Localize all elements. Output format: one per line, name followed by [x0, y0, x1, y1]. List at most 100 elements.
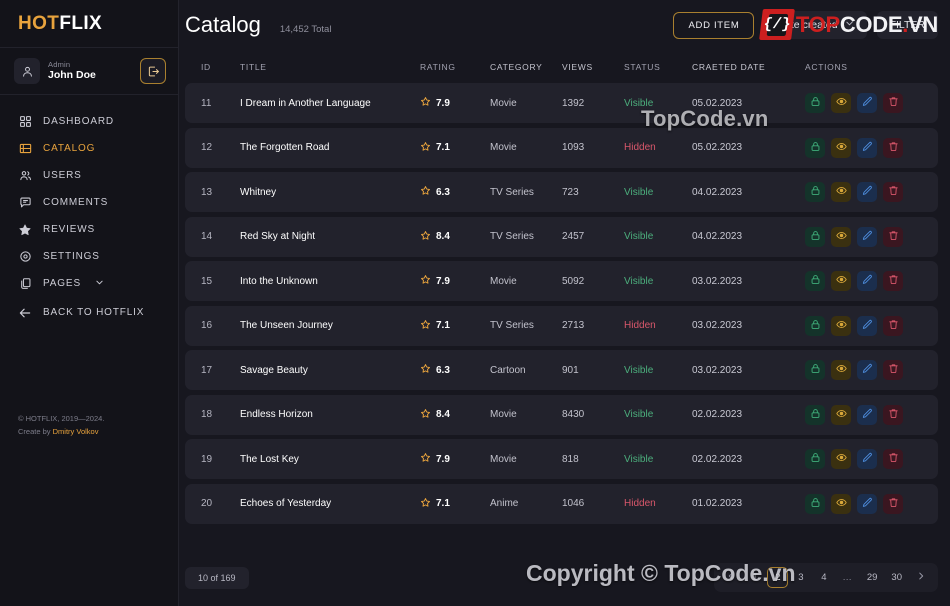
sidebar-item-dashboard[interactable]: Dashboard	[0, 109, 178, 134]
cell-rating: 8.4	[420, 408, 490, 422]
eye-action-button[interactable]	[831, 360, 851, 380]
brand-logo[interactable]: HOT FLIX	[0, 0, 178, 48]
pagination-page-29[interactable]: 29	[861, 567, 884, 588]
lock-action-button[interactable]	[805, 493, 825, 514]
edit-action-button[interactable]	[857, 226, 877, 247]
column-header-status: STATUS	[624, 61, 661, 72]
trash-action-button[interactable]	[883, 182, 903, 202]
pagination-page-4[interactable]: 4	[813, 567, 834, 588]
sidebar-item-comments[interactable]: Comments	[0, 190, 178, 215]
comment-icon	[18, 196, 32, 210]
table-row[interactable]: 16 The Unseen Journey 7.1 TV Series 2713…	[185, 305, 938, 346]
trash-action-button[interactable]	[883, 271, 903, 291]
cell-created-date: 01.02.2023	[692, 498, 743, 509]
edit-action-button[interactable]	[857, 271, 877, 291]
cell-title[interactable]: I Dream in Another Language	[240, 98, 420, 109]
trash-action-button[interactable]	[883, 226, 903, 247]
table-row[interactable]: 12 The Forgotten Road 7.1 Movie 1093 Hid…	[185, 127, 938, 168]
sort-dropdown[interactable]: Date created	[764, 11, 867, 39]
sidebar-footer: © HOTFLIX, 2019—2024. Create by Dmitry V…	[18, 412, 104, 438]
trash-action-button[interactable]	[883, 315, 903, 336]
eye-action-button[interactable]	[831, 404, 851, 425]
edit-action-button[interactable]	[857, 182, 877, 202]
rating-value: 7.9	[436, 453, 450, 465]
edit-action-button[interactable]	[857, 493, 877, 514]
chevron-right-icon	[916, 571, 926, 584]
sidebar-item-settings[interactable]: Settings	[0, 244, 178, 269]
pagination-prev[interactable]	[720, 567, 742, 588]
lock-action-button[interactable]	[805, 271, 825, 291]
eye-action-button[interactable]	[831, 182, 851, 202]
total-count: 14,452 Total	[279, 23, 332, 35]
edit-action-button[interactable]	[857, 93, 877, 113]
eye-action-button[interactable]	[831, 137, 851, 158]
logout-button[interactable]	[140, 58, 166, 84]
edit-action-button[interactable]	[857, 137, 877, 158]
lock-action-button[interactable]	[805, 182, 825, 202]
trash-action-button[interactable]	[883, 404, 903, 425]
sidebar-item-reviews[interactable]: Reviews	[0, 217, 178, 242]
status-badge: Hidden	[624, 142, 656, 153]
sidebar-item-catalog[interactable]: Catalog	[0, 136, 178, 161]
table-row[interactable]: 20 Echoes of Yesterday 7.1 Anime 1046 Hi…	[185, 483, 938, 524]
lock-action-button[interactable]	[805, 226, 825, 247]
cell-category: TV Series	[490, 186, 534, 198]
pagination-page-1[interactable]: 1	[744, 567, 765, 588]
trash-action-button[interactable]	[883, 360, 903, 380]
trash-action-button[interactable]	[883, 137, 903, 158]
column-header-views: VIEWS	[562, 61, 593, 72]
rating-value: 8.4	[436, 409, 450, 420]
cell-views: 1093	[562, 142, 585, 153]
pagination-next[interactable]	[910, 567, 932, 588]
cell-title[interactable]: Endless Horizon	[240, 409, 420, 420]
pagination-page-3[interactable]: 3	[790, 567, 811, 588]
add-item-button[interactable]: ADD ITEM	[673, 11, 755, 39]
table-row[interactable]: 15 Into the Unknown 7.9 Movie 5092 Visib…	[185, 261, 938, 301]
table-row[interactable]: 14 Red Sky at Night 8.4 TV Series 2457 V…	[185, 216, 938, 257]
table-row[interactable]: 18 Endless Horizon 8.4 Movie 8430 Visibl…	[185, 394, 938, 435]
eye-action-button[interactable]	[831, 93, 851, 113]
edit-action-button[interactable]	[857, 404, 877, 425]
eye-action-button[interactable]	[831, 493, 851, 514]
cell-title[interactable]: Whitney	[240, 187, 420, 198]
cell-title[interactable]: Red Sky at Night	[240, 231, 420, 242]
eye-action-button[interactable]	[831, 449, 851, 469]
trash-action-button[interactable]	[883, 493, 903, 514]
eye-action-button[interactable]	[831, 315, 851, 336]
cell-title[interactable]: The Forgotten Road	[240, 142, 420, 153]
cell-title[interactable]: Into the Unknown	[240, 276, 420, 287]
trash-icon	[888, 230, 899, 244]
filter-button[interactable]: FILTER	[876, 11, 938, 39]
lock-action-button[interactable]	[805, 404, 825, 425]
cell-title[interactable]: The Unseen Journey	[240, 320, 420, 331]
eye-action-button[interactable]	[831, 226, 851, 247]
table-row[interactable]: 13 Whitney 6.3 TV Series 723 Visible 04.…	[185, 172, 938, 212]
trash-action-button[interactable]	[883, 93, 903, 113]
eye-action-button[interactable]	[831, 271, 851, 291]
pagination-page-30[interactable]: 30	[885, 567, 908, 588]
cell-actions	[805, 315, 938, 336]
table-row[interactable]: 19 The Lost Key 7.9 Movie 818 Visible 02…	[185, 439, 938, 479]
sidebar-credit-author[interactable]: Dmitry Volkov	[53, 427, 99, 436]
edit-action-button[interactable]	[857, 315, 877, 336]
user-profile[interactable]: Admin John Doe	[0, 48, 178, 95]
lock-action-button[interactable]	[805, 449, 825, 469]
edit-action-button[interactable]	[857, 360, 877, 380]
sidebar-item-back-to-hotflix[interactable]: Back to Hotflix	[0, 300, 178, 325]
lock-action-button[interactable]	[805, 137, 825, 158]
star-icon	[420, 274, 431, 288]
table-row[interactable]: 17 Savage Beauty 6.3 Cartoon 901 Visible…	[185, 350, 938, 390]
lock-action-button[interactable]	[805, 93, 825, 113]
cell-title[interactable]: The Lost Key	[240, 454, 420, 465]
eye-icon	[835, 452, 847, 466]
sidebar-item-users[interactable]: Users	[0, 163, 178, 188]
trash-action-button[interactable]	[883, 449, 903, 469]
lock-action-button[interactable]	[805, 315, 825, 336]
edit-action-button[interactable]	[857, 449, 877, 469]
cell-title[interactable]: Echoes of Yesterday	[240, 498, 420, 509]
pagination-page-2[interactable]: 2	[767, 567, 789, 588]
cell-title[interactable]: Savage Beauty	[240, 365, 420, 376]
sidebar-item-pages[interactable]: Pages	[0, 271, 178, 296]
table-row[interactable]: 11 I Dream in Another Language 7.9 Movie…	[185, 83, 938, 123]
lock-action-button[interactable]	[805, 360, 825, 380]
